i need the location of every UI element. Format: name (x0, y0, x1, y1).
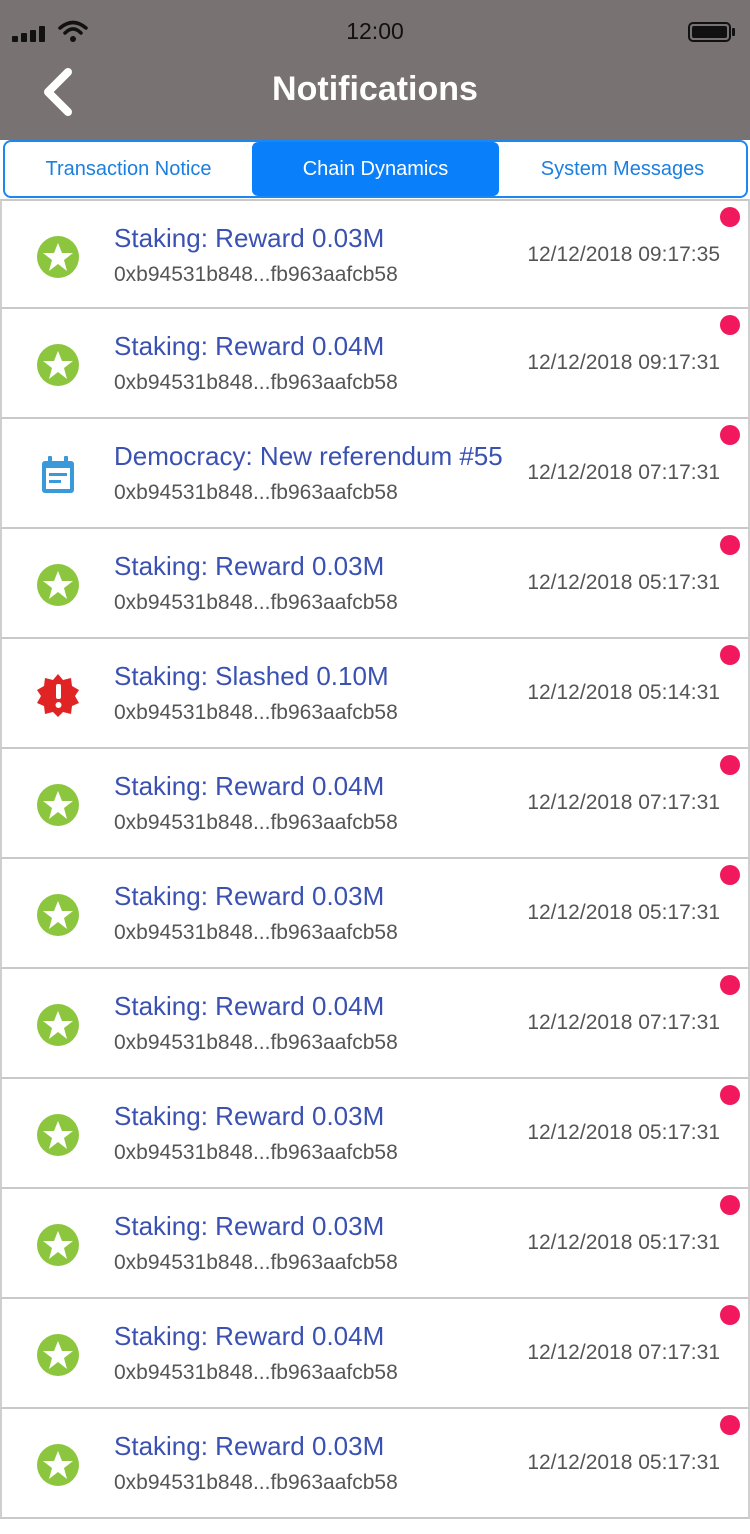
unread-dot (720, 207, 740, 227)
notification-row[interactable]: Staking: Reward 0.04M 0xb94531b848...fb96… (0, 1299, 750, 1409)
battery-icon (688, 22, 735, 42)
notification-time: 12/12/2018 05:17:31 (527, 901, 720, 924)
alert-badge-icon (36, 673, 80, 717)
notification-list: Staking: Reward 0.03M 0xb94531b848...fb96… (0, 199, 750, 1519)
notification-time: 12/12/2018 05:14:31 (527, 681, 720, 704)
notification-row[interactable]: Staking: Reward 0.03M 0xb94531b848...fb96… (0, 1409, 750, 1519)
notification-row[interactable]: Staking: Slashed 0.10M 0xb94531b848...fb9… (0, 639, 750, 749)
notification-row[interactable]: Staking: Reward 0.03M 0xb94531b848...fb96… (0, 1079, 750, 1189)
notification-row[interactable]: Staking: Reward 0.04M 0xb94531b848...fb96… (0, 969, 750, 1079)
notification-time: 12/12/2018 09:17:35 (527, 243, 720, 266)
notification-time: 12/12/2018 05:17:31 (527, 571, 720, 594)
notification-address: 0xb94531b848...fb963aafcb58 (114, 921, 398, 944)
notification-time: 12/12/2018 07:17:31 (527, 461, 720, 484)
unread-dot (720, 425, 740, 445)
notification-title: Staking: Reward 0.03M (114, 223, 385, 253)
unread-dot (720, 975, 740, 995)
unread-dot (720, 755, 740, 775)
notification-time: 12/12/2018 05:17:31 (527, 1451, 720, 1474)
notification-address: 0xb94531b848...fb963aafcb58 (114, 1251, 398, 1274)
notification-address: 0xb94531b848...fb963aafcb58 (114, 1141, 398, 1164)
notification-title: Staking: Slashed 0.10M (114, 661, 389, 691)
notification-title: Staking: Reward 0.03M (114, 551, 385, 581)
unread-dot (720, 865, 740, 885)
unread-dot (720, 1305, 740, 1325)
unread-dot (720, 1195, 740, 1215)
notification-title: Staking: Reward 0.04M (114, 771, 385, 801)
notification-title: Staking: Reward 0.03M (114, 1211, 385, 1241)
unread-dot (720, 645, 740, 665)
notification-row[interactable]: Staking: Reward 0.03M 0xb94531b848...fb96… (0, 529, 750, 639)
notification-address: 0xb94531b848...fb963aafcb58 (114, 263, 398, 286)
notification-time: 12/12/2018 09:17:31 (527, 351, 720, 374)
notification-row[interactable]: Staking: Reward 0.03M 0xb94531b848...fb96… (0, 199, 750, 309)
page-title: Notifications (272, 70, 478, 108)
star-badge-icon (36, 1113, 80, 1157)
notification-time: 12/12/2018 07:17:31 (527, 791, 720, 814)
notification-row[interactable]: Staking: Reward 0.04M 0xb94531b848...fb96… (0, 749, 750, 859)
notification-title: Staking: Reward 0.03M (114, 1431, 385, 1461)
status-bar: 12:00 (0, 0, 750, 64)
notification-title: Staking: Reward 0.03M (114, 1101, 385, 1131)
notification-title: Democracy: New referendum #55 (114, 441, 503, 471)
tab-chain-dynamics[interactable]: Chain Dynamics (252, 142, 499, 196)
notification-row[interactable]: Staking: Reward 0.04M 0xb94531b848...fb96… (0, 309, 750, 419)
notification-title: Staking: Reward 0.03M (114, 881, 385, 911)
unread-dot (720, 315, 740, 335)
notification-title: Staking: Reward 0.04M (114, 1321, 385, 1351)
notification-address: 0xb94531b848...fb963aafcb58 (114, 1031, 398, 1054)
notification-address: 0xb94531b848...fb963aafcb58 (114, 1361, 398, 1384)
star-badge-icon (36, 1003, 80, 1047)
unread-dot (720, 535, 740, 555)
notification-address: 0xb94531b848...fb963aafcb58 (114, 811, 398, 834)
star-badge-icon (36, 1333, 80, 1377)
notification-row[interactable]: Staking: Reward 0.03M 0xb94531b848...fb96… (0, 859, 750, 969)
star-badge-icon (36, 235, 80, 279)
tab-system-messages[interactable]: System Messages (499, 142, 746, 196)
star-badge-icon (36, 343, 80, 387)
notification-title: Staking: Reward 0.04M (114, 331, 385, 361)
notification-address: 0xb94531b848...fb963aafcb58 (114, 481, 398, 504)
notification-address: 0xb94531b848...fb963aafcb58 (114, 701, 398, 724)
star-badge-icon (36, 783, 80, 827)
status-time: 12:00 (346, 18, 404, 44)
notification-time: 12/12/2018 07:17:31 (527, 1011, 720, 1034)
notification-row[interactable]: Democracy: New referendum #55 0xb94531b84… (0, 419, 750, 529)
app-header: 12:00 Notifications (0, 0, 750, 140)
tab-transaction-notice[interactable]: Transaction Notice (5, 142, 252, 196)
notification-time: 12/12/2018 05:17:31 (527, 1231, 720, 1254)
star-badge-icon (36, 563, 80, 607)
star-badge-icon (36, 1223, 80, 1267)
star-badge-icon (36, 893, 80, 937)
unread-dot (720, 1415, 740, 1435)
notification-time: 12/12/2018 07:17:31 (527, 1341, 720, 1364)
tab-bar: Transaction Notice Chain Dynamics System… (3, 140, 748, 198)
calendar-icon (36, 453, 80, 497)
notification-time: 12/12/2018 05:17:31 (527, 1121, 720, 1144)
notification-address: 0xb94531b848...fb963aafcb58 (114, 591, 398, 614)
unread-dot (720, 1085, 740, 1105)
notification-address: 0xb94531b848...fb963aafcb58 (114, 371, 398, 394)
notification-title: Staking: Reward 0.04M (114, 991, 385, 1021)
notification-address: 0xb94531b848...fb963aafcb58 (114, 1471, 398, 1494)
star-badge-icon (36, 1443, 80, 1487)
notification-row[interactable]: Staking: Reward 0.03M 0xb94531b848...fb96… (0, 1189, 750, 1299)
